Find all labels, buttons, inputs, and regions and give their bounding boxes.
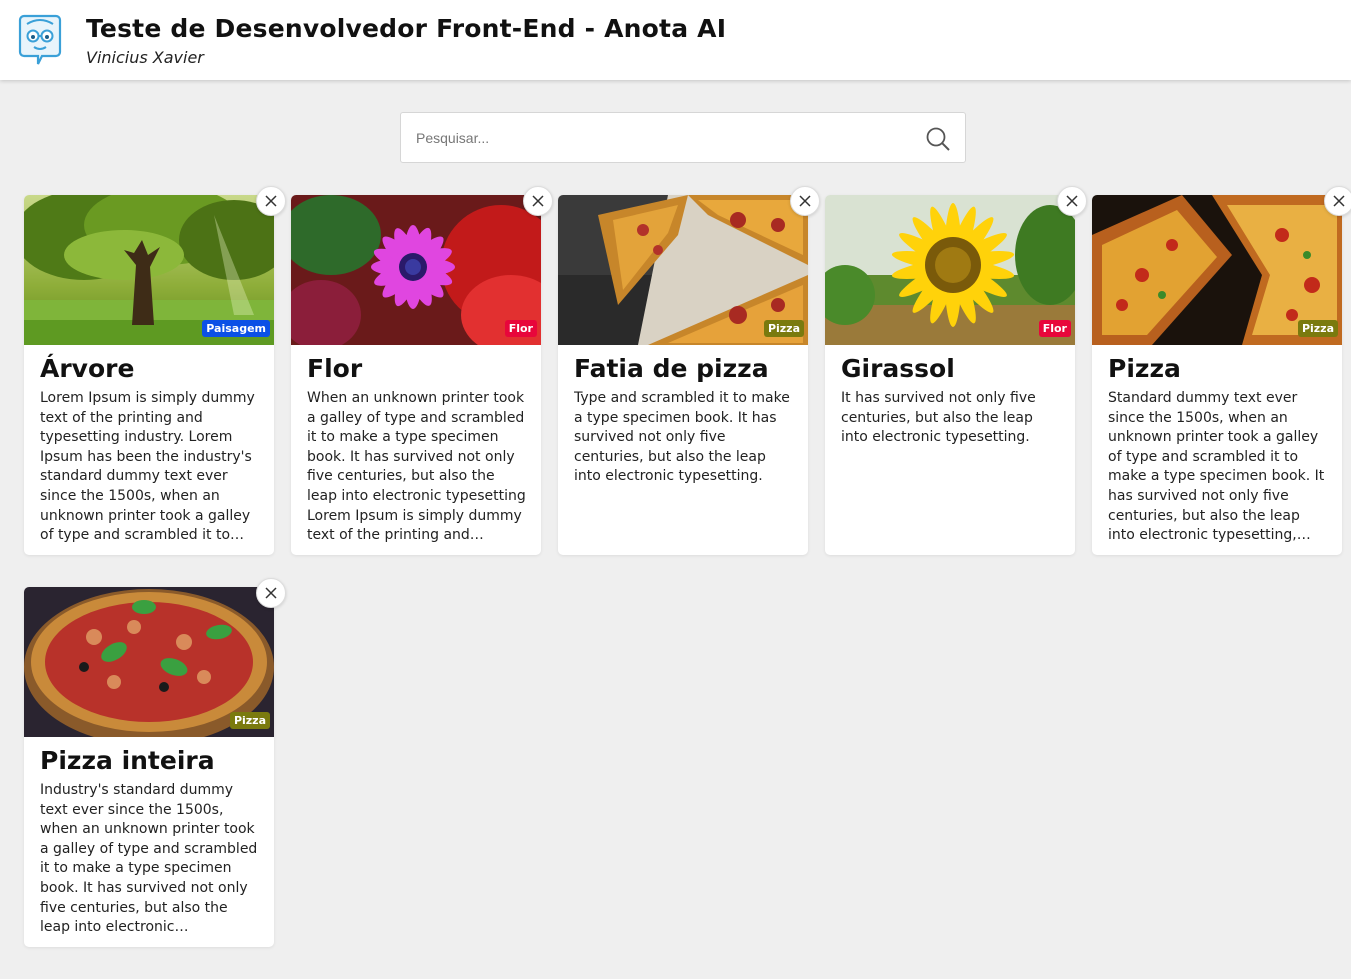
card-title: Girassol bbox=[841, 354, 955, 383]
page-title: Teste de Desenvolvedor Front-End - Anota… bbox=[86, 14, 727, 43]
card-description: Lorem Ipsum is simply dummy text of the … bbox=[40, 390, 255, 544]
remove-card-button[interactable] bbox=[256, 186, 286, 216]
category-badge: Pizza bbox=[229, 712, 270, 729]
card-description: Type and scrambled it to make a type spe… bbox=[574, 390, 790, 485]
search-bar bbox=[400, 112, 966, 163]
card[interactable]: Flor Girassol It has survived not only f… bbox=[825, 186, 1087, 555]
card[interactable]: Pizza Pizza Standard dummy text ever sin… bbox=[1092, 186, 1351, 555]
category-badge: Flor bbox=[504, 320, 537, 337]
card-title: Flor bbox=[307, 354, 363, 383]
remove-card-button[interactable] bbox=[1324, 186, 1351, 216]
card-description: It has survived not only five centuries,… bbox=[841, 390, 1036, 446]
card-description: When an unknown printer took a galley of… bbox=[307, 390, 526, 544]
card[interactable]: Paisagem Árvore Lorem Ipsum is simply du… bbox=[24, 186, 286, 555]
card-description: Industry's standard dummy text ever sinc… bbox=[40, 782, 258, 936]
remove-card-button[interactable] bbox=[256, 578, 286, 608]
search-input[interactable] bbox=[416, 126, 896, 150]
category-badge: Paisagem bbox=[202, 320, 270, 337]
app-header: Teste de Desenvolvedor Front-End - Anota… bbox=[0, 0, 1351, 80]
category-badge: Flor bbox=[1038, 320, 1071, 337]
close-icon bbox=[265, 587, 277, 599]
close-icon bbox=[1333, 195, 1345, 207]
search-icon[interactable] bbox=[925, 126, 951, 152]
category-badge: Pizza bbox=[763, 320, 804, 337]
close-icon bbox=[1066, 195, 1078, 207]
card-image-flower bbox=[291, 195, 541, 345]
close-icon bbox=[799, 195, 811, 207]
card-image-sunflower bbox=[825, 195, 1075, 345]
card[interactable]: Pizza Fatia de pizza Type and scrambled … bbox=[558, 186, 820, 555]
close-icon bbox=[532, 195, 544, 207]
card-title: Fatia de pizza bbox=[574, 354, 769, 383]
close-icon bbox=[265, 195, 277, 207]
remove-card-button[interactable] bbox=[523, 186, 553, 216]
remove-card-button[interactable] bbox=[1057, 186, 1087, 216]
card-title: Pizza bbox=[1108, 354, 1181, 383]
remove-card-button[interactable] bbox=[790, 186, 820, 216]
category-badge: Pizza bbox=[1297, 320, 1338, 337]
nerd-face-logo-icon bbox=[18, 14, 62, 65]
card-title: Árvore bbox=[40, 354, 135, 383]
card-description: Standard dummy text ever since the 1500s… bbox=[1108, 390, 1325, 544]
author-name: Vinicius Xavier bbox=[86, 48, 204, 67]
card[interactable]: Pizza Pizza inteira Industry's standard … bbox=[24, 578, 286, 947]
card-title: Pizza inteira bbox=[40, 746, 215, 775]
card[interactable]: Flor Flor When an unknown printer took a… bbox=[291, 186, 553, 555]
